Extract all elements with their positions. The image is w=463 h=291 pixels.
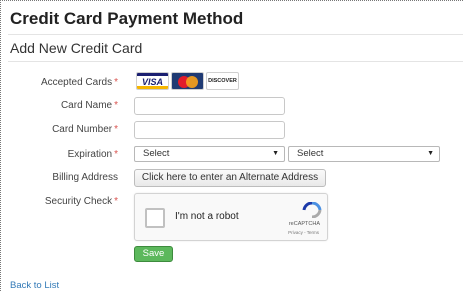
recaptcha-label: I'm not a robot	[175, 211, 239, 222]
card-number-label-text: Card Number	[52, 124, 113, 135]
title-divider	[8, 34, 463, 35]
card-number-input[interactable]	[134, 121, 285, 139]
visa-card-icon: VISA	[136, 72, 169, 90]
expiration-month-select[interactable]: Select ▼	[134, 146, 285, 162]
discover-card-text: DISCOVER	[208, 78, 237, 84]
card-name-input[interactable]	[134, 97, 285, 115]
recaptcha-brand: reCAPTCHA	[288, 221, 320, 227]
save-button[interactable]: Save	[134, 246, 173, 262]
discover-card-icon: DISCOVER	[206, 72, 239, 90]
alternate-address-button[interactable]: Click here to enter an Alternate Address	[134, 169, 326, 187]
required-marker: *	[114, 124, 118, 135]
mastercard-icon	[171, 72, 204, 90]
security-check-label: Security Check *	[0, 196, 118, 207]
expiration-year-value: Select	[297, 148, 324, 159]
chevron-down-icon: ▼	[427, 150, 434, 157]
chevron-down-icon: ▼	[272, 150, 279, 157]
required-marker: *	[114, 196, 118, 207]
card-name-label-text: Card Name	[60, 100, 113, 111]
expiration-label: Expiration *	[0, 149, 118, 160]
section-divider	[8, 61, 463, 62]
card-name-label: Card Name *	[0, 100, 118, 111]
accepted-cards-label: Accepted Cards *	[0, 77, 118, 88]
required-marker: *	[114, 100, 118, 111]
required-marker: *	[114, 149, 118, 160]
recaptcha-logo-icon	[302, 202, 322, 218]
required-marker: *	[114, 77, 118, 88]
back-to-list-link[interactable]: Back to List	[10, 280, 59, 291]
recaptcha-terms[interactable]: Privacy - Terms	[288, 230, 319, 235]
accepted-cards-label-text: Accepted Cards	[40, 77, 113, 88]
security-check-label-text: Security Check	[44, 196, 113, 207]
billing-address-label: Billing Address	[52, 172, 118, 183]
page-title: Credit Card Payment Method	[10, 9, 244, 28]
expiration-year-select[interactable]: Select ▼	[288, 146, 440, 162]
expiration-label-text: Expiration	[67, 149, 113, 160]
section-title: Add New Credit Card	[10, 40, 143, 56]
recaptcha-checkbox[interactable]	[145, 208, 165, 228]
recaptcha-widget: I'm not a robot reCAPTCHA Privacy - Term…	[134, 193, 328, 241]
accepted-cards-list: VISA DISCOVER	[136, 72, 239, 90]
expiration-month-value: Select	[143, 148, 170, 159]
card-number-label: Card Number *	[0, 124, 118, 135]
